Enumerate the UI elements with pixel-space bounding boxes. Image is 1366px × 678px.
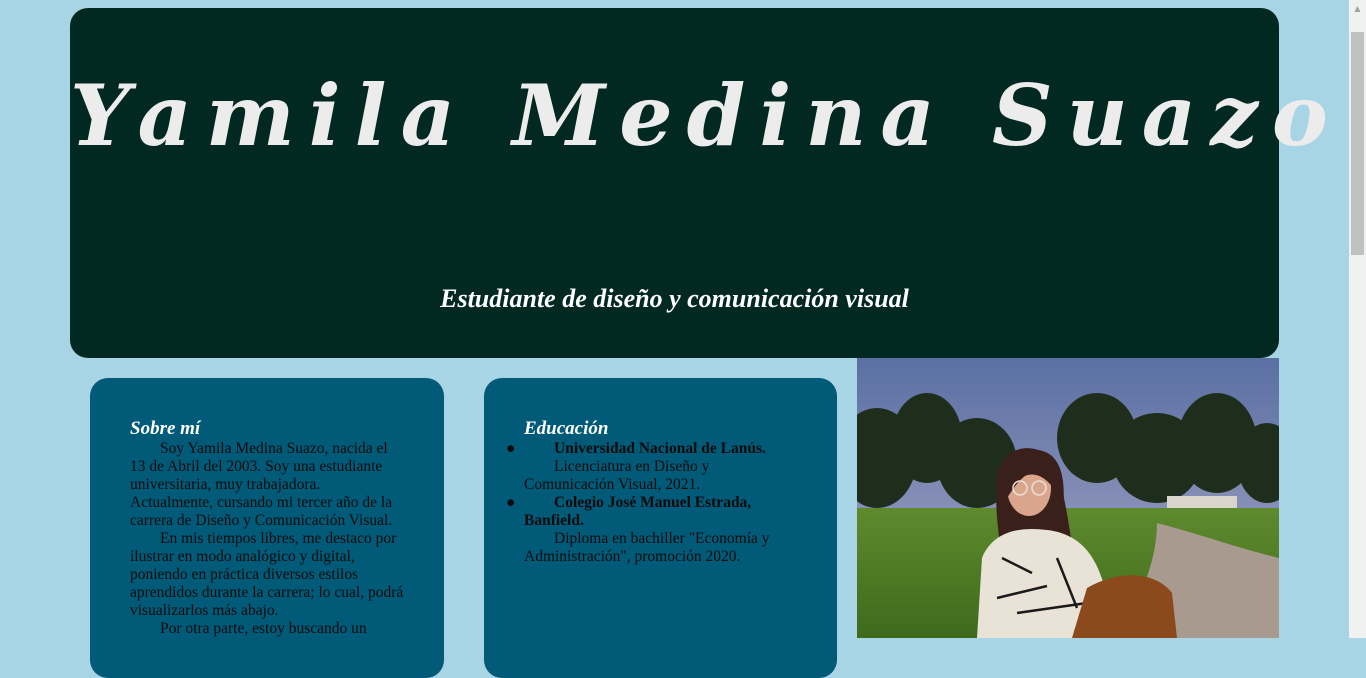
about-paragraph: Soy Yamila Medina Suazo, nacida el 13 de…	[130, 440, 393, 529]
scroll-up-arrow-icon[interactable]: ▲	[1349, 0, 1366, 17]
education-detail: Diploma en bachiller "Economía y Adminis…	[524, 530, 770, 565]
education-card: Educación ● Universidad Nacional de Lanú…	[484, 378, 837, 678]
about-paragraph: Por otra parte, estoy buscando un	[160, 620, 367, 637]
education-title: Educación	[524, 418, 609, 439]
about-paragraph: En mis tiempos libres, me destaco por il…	[130, 530, 404, 619]
education-item: ● Colegio José Manuel Estrada, Banfield.…	[506, 494, 797, 566]
vertical-scrollbar[interactable]: ▲	[1349, 0, 1366, 638]
site-logo-name: Yamila Medina Suazo	[70, 66, 1342, 165]
education-list: ● Universidad Nacional de Lanús. Licenci…	[506, 440, 797, 566]
education-institution: Universidad Nacional de Lanús.	[554, 440, 766, 457]
header-subtitle: Estudiante de diseño y comunicación visu…	[440, 284, 909, 313]
education-detail: Licenciatura en Diseño y Comunicación Vi…	[524, 458, 710, 493]
header-banner: Yamila Medina Suazo Estudiante de diseño…	[70, 8, 1342, 358]
education-institution: Colegio José Manuel Estrada, Banfield.	[524, 494, 752, 529]
scroll-thumb[interactable]	[1351, 32, 1364, 255]
bullet-icon: ●	[506, 440, 516, 457]
about-card: Sobre mí Soy Yamila Medina Suazo, nacida…	[90, 378, 444, 678]
about-title: Sobre mí	[130, 418, 201, 439]
bullet-icon: ●	[506, 494, 516, 511]
profile-photo	[857, 358, 1279, 638]
education-item: ● Universidad Nacional de Lanús. Licenci…	[506, 440, 797, 494]
